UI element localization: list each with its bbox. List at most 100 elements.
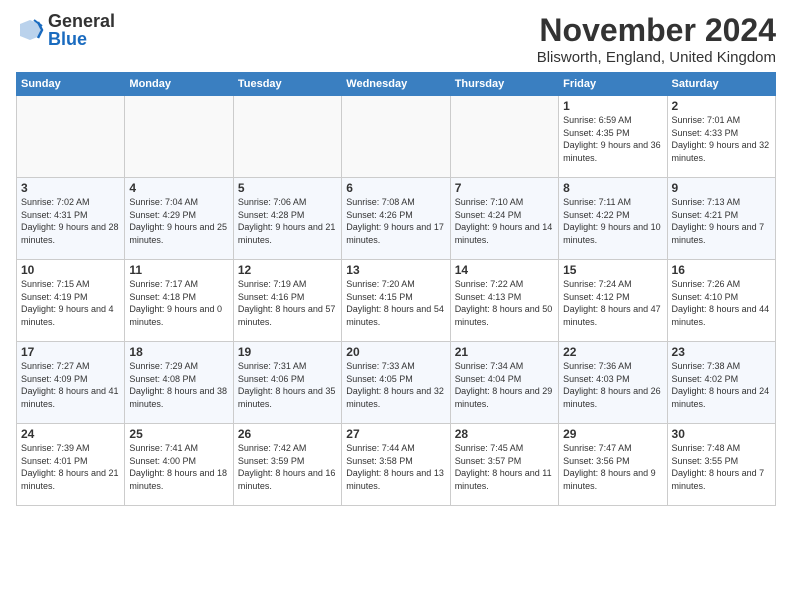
cell-3-2: 19Sunrise: 7:31 AM Sunset: 4:06 PM Dayli… (233, 342, 341, 424)
day-number: 2 (672, 99, 771, 113)
title-section: November 2024 Blisworth, England, United… (537, 12, 776, 66)
day-info: Sunrise: 7:11 AM Sunset: 4:22 PM Dayligh… (563, 196, 662, 246)
col-thursday: Thursday (450, 73, 558, 96)
cell-1-4: 7Sunrise: 7:10 AM Sunset: 4:24 PM Daylig… (450, 178, 558, 260)
cell-4-4: 28Sunrise: 7:45 AM Sunset: 3:57 PM Dayli… (450, 424, 558, 506)
cell-3-4: 21Sunrise: 7:34 AM Sunset: 4:04 PM Dayli… (450, 342, 558, 424)
cell-2-1: 11Sunrise: 7:17 AM Sunset: 4:18 PM Dayli… (125, 260, 233, 342)
location: Blisworth, England, United Kingdom (537, 49, 776, 66)
logo-text: General Blue (48, 12, 115, 48)
day-info: Sunrise: 7:48 AM Sunset: 3:55 PM Dayligh… (672, 442, 771, 492)
day-info: Sunrise: 7:47 AM Sunset: 3:56 PM Dayligh… (563, 442, 662, 492)
cell-1-0: 3Sunrise: 7:02 AM Sunset: 4:31 PM Daylig… (17, 178, 125, 260)
cell-2-6: 16Sunrise: 7:26 AM Sunset: 4:10 PM Dayli… (667, 260, 775, 342)
week-row-3: 10Sunrise: 7:15 AM Sunset: 4:19 PM Dayli… (17, 260, 776, 342)
day-number: 6 (346, 181, 445, 195)
month-title: November 2024 (537, 12, 776, 49)
week-row-4: 17Sunrise: 7:27 AM Sunset: 4:09 PM Dayli… (17, 342, 776, 424)
day-info: Sunrise: 7:15 AM Sunset: 4:19 PM Dayligh… (21, 278, 120, 328)
day-number: 11 (129, 263, 228, 277)
day-number: 21 (455, 345, 554, 359)
main-container: General Blue November 2024 Blisworth, En… (0, 0, 792, 514)
cell-0-1 (125, 96, 233, 178)
day-number: 20 (346, 345, 445, 359)
day-number: 4 (129, 181, 228, 195)
col-wednesday: Wednesday (342, 73, 450, 96)
day-number: 13 (346, 263, 445, 277)
cell-0-0 (17, 96, 125, 178)
day-info: Sunrise: 7:06 AM Sunset: 4:28 PM Dayligh… (238, 196, 337, 246)
day-number: 17 (21, 345, 120, 359)
day-number: 29 (563, 427, 662, 441)
cell-2-2: 12Sunrise: 7:19 AM Sunset: 4:16 PM Dayli… (233, 260, 341, 342)
day-number: 25 (129, 427, 228, 441)
day-info: Sunrise: 7:31 AM Sunset: 4:06 PM Dayligh… (238, 360, 337, 410)
cell-3-1: 18Sunrise: 7:29 AM Sunset: 4:08 PM Dayli… (125, 342, 233, 424)
day-number: 9 (672, 181, 771, 195)
day-number: 8 (563, 181, 662, 195)
day-number: 30 (672, 427, 771, 441)
day-number: 12 (238, 263, 337, 277)
cell-4-1: 25Sunrise: 7:41 AM Sunset: 4:00 PM Dayli… (125, 424, 233, 506)
day-number: 10 (21, 263, 120, 277)
cell-4-6: 30Sunrise: 7:48 AM Sunset: 3:55 PM Dayli… (667, 424, 775, 506)
day-number: 3 (21, 181, 120, 195)
cell-4-5: 29Sunrise: 7:47 AM Sunset: 3:56 PM Dayli… (559, 424, 667, 506)
week-row-1: 1Sunrise: 6:59 AM Sunset: 4:35 PM Daylig… (17, 96, 776, 178)
day-info: Sunrise: 7:45 AM Sunset: 3:57 PM Dayligh… (455, 442, 554, 492)
cell-0-3 (342, 96, 450, 178)
cell-0-4 (450, 96, 558, 178)
logo-icon (16, 16, 44, 44)
col-tuesday: Tuesday (233, 73, 341, 96)
day-number: 14 (455, 263, 554, 277)
day-info: Sunrise: 7:04 AM Sunset: 4:29 PM Dayligh… (129, 196, 228, 246)
header-row: Sunday Monday Tuesday Wednesday Thursday… (17, 73, 776, 96)
day-number: 7 (455, 181, 554, 195)
day-info: Sunrise: 7:19 AM Sunset: 4:16 PM Dayligh… (238, 278, 337, 328)
cell-2-4: 14Sunrise: 7:22 AM Sunset: 4:13 PM Dayli… (450, 260, 558, 342)
day-number: 18 (129, 345, 228, 359)
logo-general: General (48, 12, 115, 30)
cell-3-5: 22Sunrise: 7:36 AM Sunset: 4:03 PM Dayli… (559, 342, 667, 424)
week-row-2: 3Sunrise: 7:02 AM Sunset: 4:31 PM Daylig… (17, 178, 776, 260)
day-number: 26 (238, 427, 337, 441)
day-number: 16 (672, 263, 771, 277)
cell-3-0: 17Sunrise: 7:27 AM Sunset: 4:09 PM Dayli… (17, 342, 125, 424)
cell-3-3: 20Sunrise: 7:33 AM Sunset: 4:05 PM Dayli… (342, 342, 450, 424)
day-info: Sunrise: 7:41 AM Sunset: 4:00 PM Dayligh… (129, 442, 228, 492)
day-info: Sunrise: 7:08 AM Sunset: 4:26 PM Dayligh… (346, 196, 445, 246)
logo: General Blue (16, 12, 115, 48)
day-number: 5 (238, 181, 337, 195)
day-info: Sunrise: 7:36 AM Sunset: 4:03 PM Dayligh… (563, 360, 662, 410)
day-info: Sunrise: 7:20 AM Sunset: 4:15 PM Dayligh… (346, 278, 445, 328)
day-number: 23 (672, 345, 771, 359)
day-info: Sunrise: 7:34 AM Sunset: 4:04 PM Dayligh… (455, 360, 554, 410)
cell-4-0: 24Sunrise: 7:39 AM Sunset: 4:01 PM Dayli… (17, 424, 125, 506)
day-info: Sunrise: 7:26 AM Sunset: 4:10 PM Dayligh… (672, 278, 771, 328)
week-row-5: 24Sunrise: 7:39 AM Sunset: 4:01 PM Dayli… (17, 424, 776, 506)
day-info: Sunrise: 7:27 AM Sunset: 4:09 PM Dayligh… (21, 360, 120, 410)
logo-blue: Blue (48, 30, 115, 48)
calendar: Sunday Monday Tuesday Wednesday Thursday… (16, 72, 776, 506)
cell-0-2 (233, 96, 341, 178)
day-info: Sunrise: 7:24 AM Sunset: 4:12 PM Dayligh… (563, 278, 662, 328)
day-number: 27 (346, 427, 445, 441)
cell-1-6: 9Sunrise: 7:13 AM Sunset: 4:21 PM Daylig… (667, 178, 775, 260)
col-friday: Friday (559, 73, 667, 96)
day-number: 22 (563, 345, 662, 359)
day-info: Sunrise: 7:17 AM Sunset: 4:18 PM Dayligh… (129, 278, 228, 328)
day-number: 19 (238, 345, 337, 359)
cell-2-3: 13Sunrise: 7:20 AM Sunset: 4:15 PM Dayli… (342, 260, 450, 342)
cell-2-5: 15Sunrise: 7:24 AM Sunset: 4:12 PM Dayli… (559, 260, 667, 342)
day-info: Sunrise: 7:33 AM Sunset: 4:05 PM Dayligh… (346, 360, 445, 410)
col-monday: Monday (125, 73, 233, 96)
day-number: 28 (455, 427, 554, 441)
cell-1-2: 5Sunrise: 7:06 AM Sunset: 4:28 PM Daylig… (233, 178, 341, 260)
day-info: Sunrise: 7:10 AM Sunset: 4:24 PM Dayligh… (455, 196, 554, 246)
cell-2-0: 10Sunrise: 7:15 AM Sunset: 4:19 PM Dayli… (17, 260, 125, 342)
col-saturday: Saturday (667, 73, 775, 96)
day-info: Sunrise: 7:01 AM Sunset: 4:33 PM Dayligh… (672, 114, 771, 164)
day-info: Sunrise: 6:59 AM Sunset: 4:35 PM Dayligh… (563, 114, 662, 164)
day-info: Sunrise: 7:39 AM Sunset: 4:01 PM Dayligh… (21, 442, 120, 492)
day-info: Sunrise: 7:02 AM Sunset: 4:31 PM Dayligh… (21, 196, 120, 246)
